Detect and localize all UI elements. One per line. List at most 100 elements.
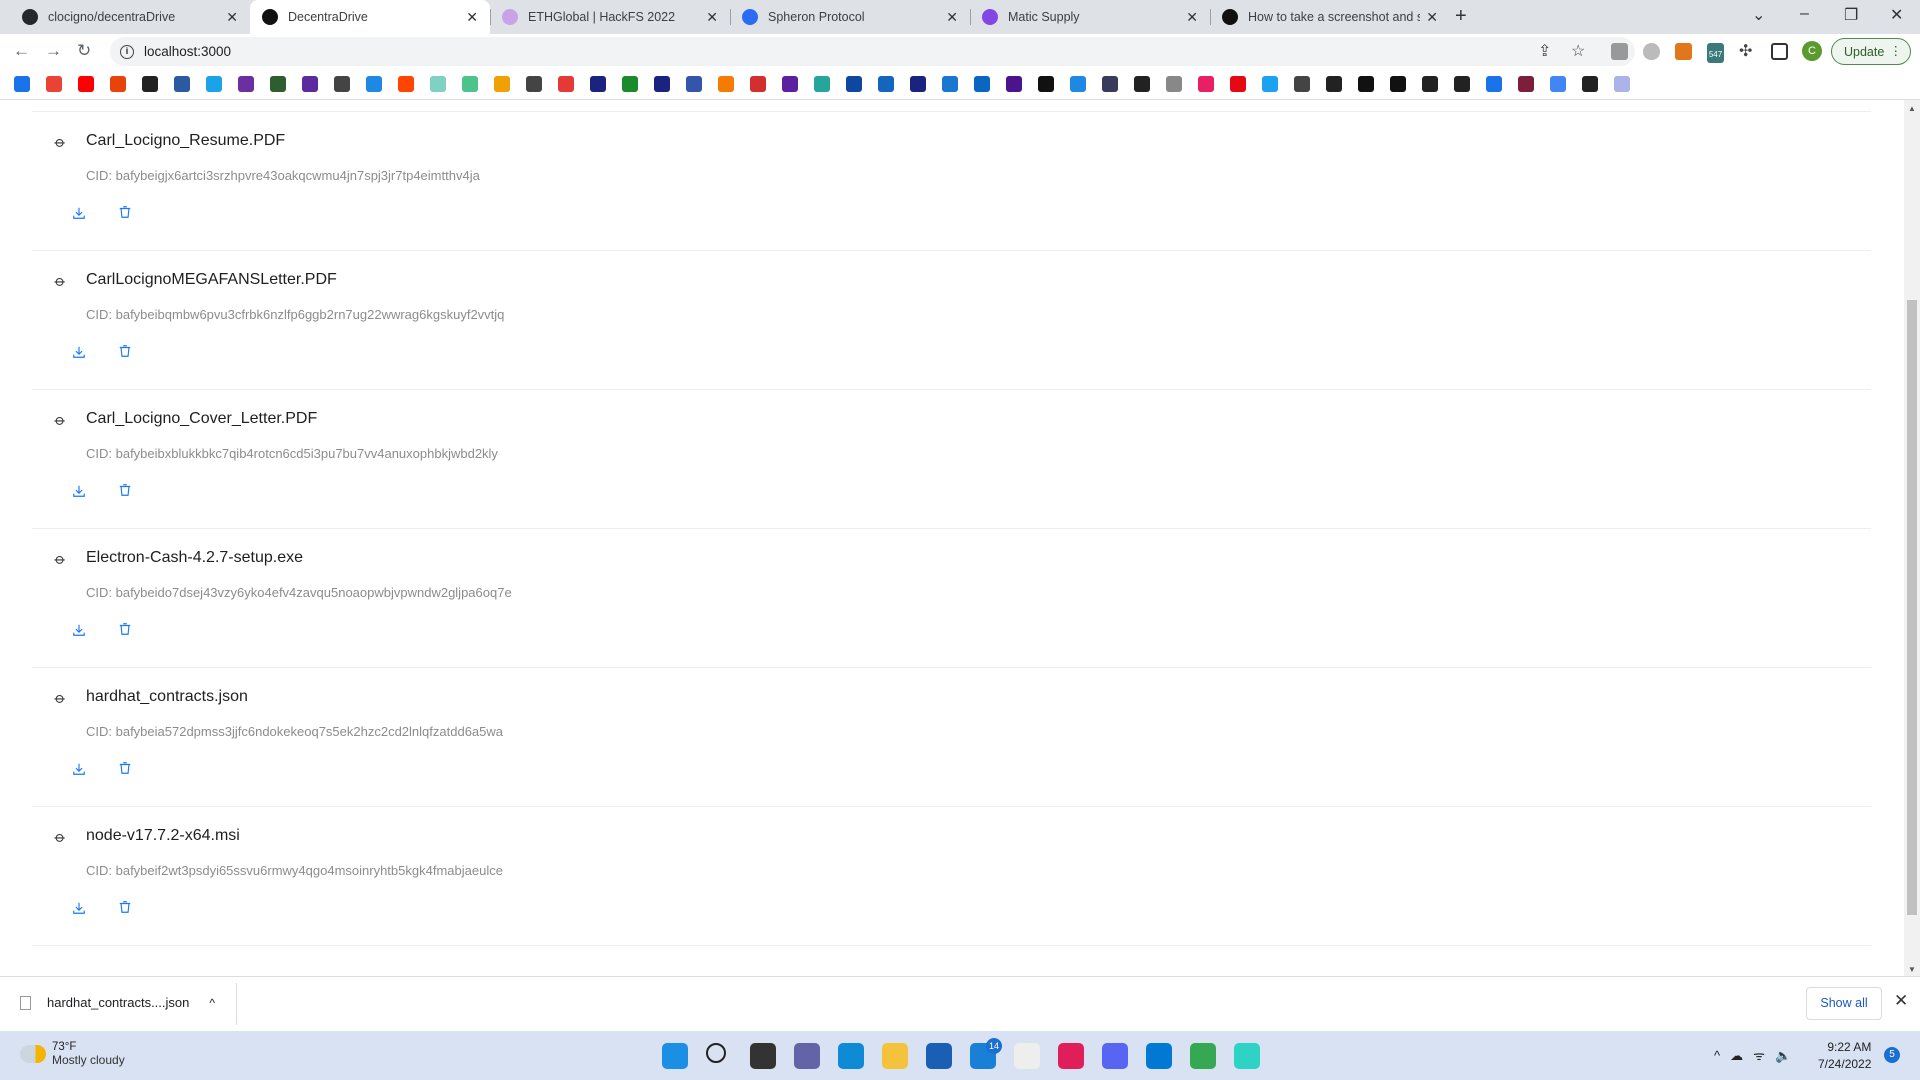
bookmark-icon[interactable] [1166, 76, 1182, 92]
slack-icon[interactable] [1058, 1043, 1084, 1069]
bookmark-icon[interactable] [1422, 76, 1438, 92]
cube-app-icon[interactable] [1234, 1043, 1260, 1069]
bookmark-icon[interactable] [686, 76, 702, 92]
download-icon[interactable] [72, 206, 88, 222]
bookmark-icon[interactable] [1134, 76, 1150, 92]
bookmark-icon[interactable] [334, 76, 350, 92]
shield-extension-icon[interactable] [1643, 43, 1660, 60]
address-bar[interactable]: i localhost:3000 [110, 37, 1635, 66]
menu-kebab-icon[interactable]: ⋮ [1890, 43, 1903, 58]
bookmark-icon[interactable] [1294, 76, 1310, 92]
system-tray[interactable]: ^☁ᯤ🔈 [1714, 1046, 1801, 1064]
bookmark-icon[interactable] [750, 76, 766, 92]
clock[interactable]: 9:22 AM 7/24/2022 [1818, 1039, 1871, 1073]
css-extension-icon[interactable] [1611, 43, 1628, 60]
weather-widget[interactable]: 73°F Mostly cloudy [20, 1041, 125, 1067]
delete-icon[interactable] [118, 900, 134, 916]
bookmark-icon[interactable] [1262, 76, 1278, 92]
bookmark-icon[interactable] [78, 76, 94, 92]
bookmark-icon[interactable] [398, 76, 414, 92]
download-icon[interactable] [72, 345, 88, 361]
search-icon[interactable] [706, 1043, 726, 1063]
dell-icon[interactable] [1014, 1043, 1040, 1069]
bookmark-icon[interactable] [1486, 76, 1502, 92]
bookmark-icon[interactable] [846, 76, 862, 92]
tab-2[interactable]: ETHGlobal | HackFS 2022 ✕ [490, 0, 730, 34]
metamask-icon[interactable] [1675, 43, 1692, 60]
store-icon[interactable] [926, 1043, 952, 1069]
bookmark-icon[interactable] [1454, 76, 1470, 92]
vscode-icon[interactable] [1146, 1043, 1172, 1069]
bookmark-icon[interactable] [878, 76, 894, 92]
minimize-button[interactable]: – [1800, 5, 1809, 23]
bookmark-icon[interactable] [142, 76, 158, 92]
bookmark-icon[interactable] [206, 76, 222, 92]
bookmark-icon[interactable] [590, 76, 606, 92]
download-icon[interactable] [72, 901, 88, 917]
bookmark-icon[interactable] [654, 76, 670, 92]
delete-icon[interactable] [118, 761, 134, 777]
edge-icon[interactable] [838, 1043, 864, 1069]
tab-1[interactable]: DecentraDrive ✕ [250, 0, 490, 34]
notification-badge[interactable]: 5 [1884, 1047, 1900, 1063]
bookmark-icon[interactable] [718, 76, 734, 92]
close-tab-icon[interactable]: ✕ [226, 9, 238, 26]
bookmark-icon[interactable] [814, 76, 830, 92]
bookmark-icon[interactable] [462, 76, 478, 92]
bookmark-icon[interactable] [526, 76, 542, 92]
bookmark-icon[interactable] [1326, 76, 1342, 92]
mail-extension-icon[interactable]: 547 [1707, 43, 1724, 63]
bookmark-icon[interactable] [1390, 76, 1406, 92]
close-tab-icon[interactable]: ✕ [946, 9, 958, 26]
reload-icon[interactable]: ↻ [77, 41, 91, 61]
share-icon[interactable]: ⇪ [1538, 41, 1551, 61]
bookmark-icon[interactable] [302, 76, 318, 92]
bookmark-icon[interactable] [622, 76, 638, 92]
tab-4[interactable]: Matic Supply ✕ [970, 0, 1210, 34]
side-panel-icon[interactable] [1771, 43, 1788, 60]
close-window-button[interactable]: ✕ [1890, 5, 1903, 25]
bookmark-icon[interactable] [174, 76, 190, 92]
discord-icon[interactable] [1102, 1043, 1128, 1069]
scrollbar[interactable]: ▲ ▼ [1904, 100, 1920, 976]
bookmark-icon[interactable] [782, 76, 798, 92]
scroll-up-icon[interactable]: ▲ [1908, 104, 1916, 113]
bookmark-icon[interactable] [46, 76, 62, 92]
teams-chat-icon[interactable] [794, 1043, 820, 1069]
download-icon[interactable] [72, 762, 88, 778]
task-view-icon[interactable] [750, 1043, 776, 1069]
bookmark-icon[interactable] [1038, 76, 1054, 92]
tab-search-icon[interactable]: ⌄ [1752, 5, 1765, 25]
bookmark-icon[interactable] [1614, 76, 1630, 92]
bookmark-icon[interactable] [558, 76, 574, 92]
file-explorer-icon[interactable] [882, 1043, 908, 1069]
bookmark-icon[interactable] [430, 76, 446, 92]
start-icon[interactable] [662, 1043, 688, 1069]
download-icon[interactable] [72, 623, 88, 639]
close-tab-icon[interactable]: ✕ [1186, 9, 1198, 26]
restore-button[interactable]: ❐ [1844, 5, 1858, 25]
scroll-down-icon[interactable]: ▼ [1908, 965, 1916, 974]
show-all-button[interactable]: Show all [1806, 987, 1882, 1020]
bookmark-icon[interactable] [910, 76, 926, 92]
bookmark-icon[interactable] [494, 76, 510, 92]
delete-icon[interactable] [118, 344, 134, 360]
download-item[interactable]: hardhat_contracts....json ^ [20, 995, 215, 1010]
bookmark-star-icon[interactable]: ☆ [1571, 41, 1585, 61]
delete-icon[interactable] [118, 483, 134, 499]
profile-avatar[interactable]: C [1802, 41, 1822, 61]
download-icon[interactable] [72, 484, 88, 500]
close-tab-icon[interactable]: ✕ [466, 9, 478, 26]
extensions-puzzle-icon[interactable]: ✣ [1739, 41, 1752, 61]
mail-icon[interactable]: 14 [970, 1038, 1002, 1069]
bookmark-icon[interactable] [1230, 76, 1246, 92]
bookmark-icon[interactable] [270, 76, 286, 92]
chrome-icon[interactable] [1190, 1043, 1216, 1069]
bookmark-icon[interactable] [1582, 76, 1598, 92]
update-button[interactable]: Update ⋮ [1831, 38, 1911, 65]
bookmark-icon[interactable] [1198, 76, 1214, 92]
bookmark-icon[interactable] [974, 76, 990, 92]
bookmark-icon[interactable] [1550, 76, 1566, 92]
bookmark-icon[interactable] [1102, 76, 1118, 92]
bookmark-icon[interactable] [942, 76, 958, 92]
